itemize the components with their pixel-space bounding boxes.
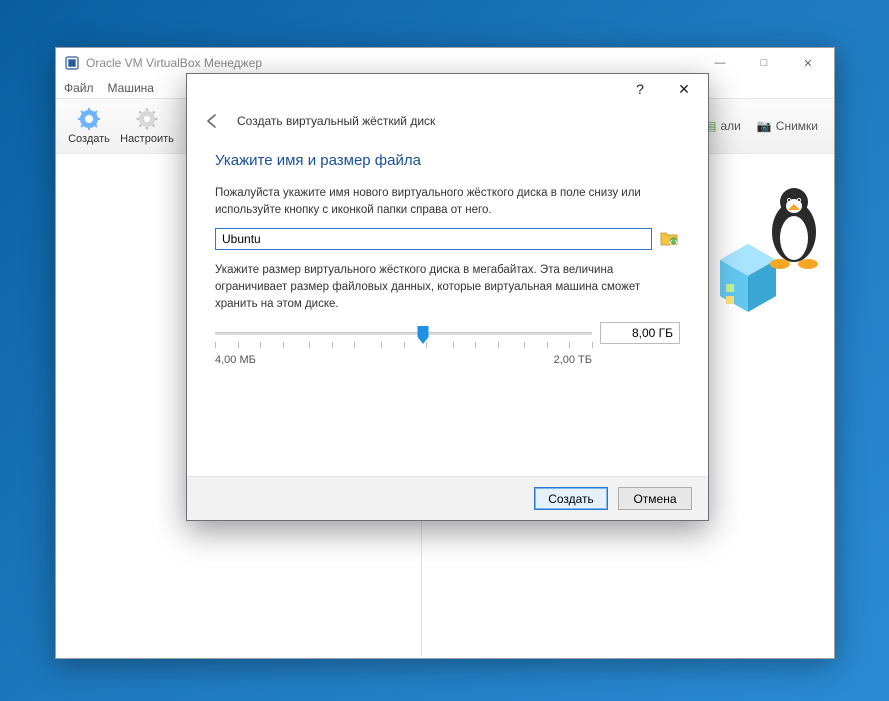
dialog-name-instructions: Пожалуйста укажите имя нового виртуально… — [215, 185, 680, 218]
virtualbox-mascot-image — [714, 182, 826, 322]
slider-min-label: 4,00 МБ — [215, 354, 256, 366]
dialog-footer: Создать Отмена — [187, 476, 708, 520]
dialog-size-instructions: Укажите размер виртуального жёсткого дис… — [215, 262, 680, 312]
create-disk-dialog: ? ✕ Создать виртуальный жёсткий диск Ука… — [186, 73, 709, 521]
new-vm-icon — [77, 107, 101, 131]
create-button[interactable]: Создать — [534, 487, 608, 510]
slider-max-label: 2,00 ТБ — [554, 354, 592, 366]
disk-name-input[interactable] — [215, 228, 652, 250]
main-window-title: Oracle VM VirtualBox Менеджер — [86, 56, 698, 70]
virtualbox-app-icon — [64, 55, 80, 71]
toolbar-create-button[interactable]: Создать — [60, 105, 118, 147]
dialog-close-button[interactable]: ✕ — [662, 75, 706, 103]
cancel-button[interactable]: Отмена — [618, 487, 692, 510]
toolbar-settings-label: Настроить — [120, 133, 174, 145]
browse-folder-button[interactable] — [658, 228, 680, 250]
toolbar-snapshots-label: Снимки — [776, 119, 818, 133]
dialog-back-button[interactable] — [201, 110, 223, 132]
toolbar-settings-button[interactable]: Настроить — [118, 105, 176, 147]
disk-size-input[interactable] — [600, 322, 680, 344]
toolbar-create-label: Создать — [68, 133, 110, 145]
main-maximize-button[interactable]: □ — [742, 49, 786, 77]
settings-gear-icon — [135, 107, 159, 131]
toolbar-snapshots-tab[interactable]: 📷 Снимки — [751, 116, 824, 136]
slider-ticks — [215, 342, 592, 352]
folder-icon — [660, 230, 678, 249]
dialog-heading: Укажите имя и размер файла — [215, 152, 680, 169]
toolbar-details-label-tail: али — [720, 119, 740, 133]
main-close-button[interactable]: ✕ — [786, 49, 830, 77]
menu-machine[interactable]: Машина — [108, 81, 154, 95]
disk-size-slider[interactable] — [215, 324, 680, 342]
dialog-titlebar[interactable]: ? ✕ — [187, 74, 708, 104]
menu-file[interactable]: Файл — [64, 81, 94, 95]
dialog-header-title: Создать виртуальный жёсткий диск — [237, 114, 435, 128]
camera-icon: 📷 — [757, 119, 772, 133]
dialog-header: Создать виртуальный жёсткий диск — [187, 104, 708, 138]
dialog-help-button[interactable]: ? — [618, 75, 662, 103]
